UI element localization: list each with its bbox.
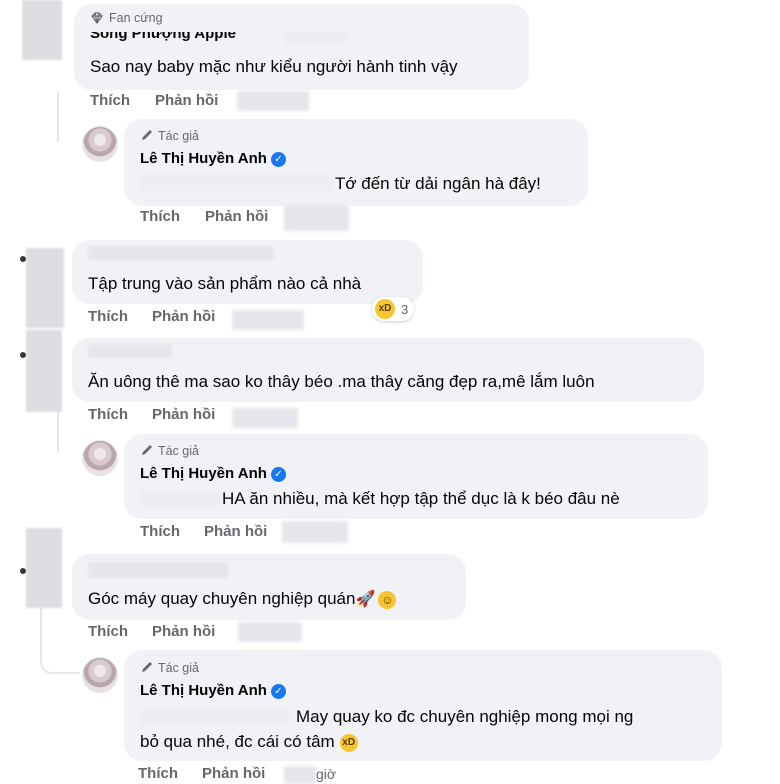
pencil-icon bbox=[140, 660, 154, 674]
author-name-text: Lê Thị Huyền Anh bbox=[140, 150, 267, 167]
author-name[interactable]: Lê Thị Huyền Anh ✓ bbox=[140, 465, 286, 482]
like-button[interactable]: Thích bbox=[90, 92, 130, 109]
mention-redacted bbox=[140, 490, 220, 508]
comment-text: Tớ đến từ dải ngân hà đây! bbox=[335, 174, 541, 193]
reaction-summary[interactable]: xD 3 bbox=[372, 297, 415, 321]
like-button[interactable]: Thích bbox=[140, 208, 180, 225]
author-name-redacted bbox=[88, 344, 172, 358]
verified-check-icon: ✓ bbox=[270, 683, 286, 699]
mention-redacted bbox=[140, 708, 290, 726]
verified-check-icon: ✓ bbox=[270, 466, 286, 482]
reply-button[interactable]: Phản hồi bbox=[205, 208, 268, 225]
author-name-text: Lê Thị Huyền Anh bbox=[140, 465, 267, 482]
comment-text-content: Góc máy quay chuyên nghiệp quán bbox=[88, 589, 356, 608]
timestamp-redacted bbox=[232, 310, 304, 330]
reply-button[interactable]: Phản hồi bbox=[152, 623, 215, 640]
avatar-edge bbox=[20, 256, 26, 262]
like-button[interactable]: Thích bbox=[88, 308, 128, 325]
mention-redacted bbox=[140, 174, 332, 192]
comment-text: Ăn uông thê ma sao ko thây béo .ma thây … bbox=[88, 372, 595, 391]
avatar[interactable] bbox=[26, 248, 64, 328]
reaction-count: 3 bbox=[401, 301, 409, 317]
grin-emoji-icon: ☺ bbox=[378, 590, 397, 609]
reply-button[interactable]: Phản hồi bbox=[202, 765, 265, 782]
avatar[interactable] bbox=[26, 330, 62, 412]
avatar-edge bbox=[20, 352, 26, 358]
verified-check-icon: ✓ bbox=[270, 151, 286, 167]
laughing-emoji-icon: xD bbox=[339, 733, 358, 752]
author-name: Song Phượng Apple bbox=[90, 32, 236, 42]
timestamp[interactable]: giờ bbox=[316, 766, 336, 782]
fan-badge-label: Fan cứng bbox=[109, 11, 163, 25]
timestamp-redacted bbox=[237, 91, 309, 111]
reply-button[interactable]: Phản hồi bbox=[152, 308, 215, 325]
avatar[interactable] bbox=[82, 126, 118, 162]
laughing-emoji-icon: xD bbox=[375, 299, 395, 319]
timestamp-redacted bbox=[232, 408, 298, 428]
reply-button[interactable]: Phản hồi bbox=[152, 406, 215, 423]
comment-text: Tập trung vào sản phẩm nào cả nhà bbox=[88, 274, 362, 293]
author-name[interactable]: Lê Thị Huyền Anh ✓ bbox=[140, 682, 286, 699]
pencil-icon bbox=[140, 128, 154, 142]
comment-text: bỏ qua nhé, đc cái có tâm xD bbox=[140, 731, 358, 753]
timestamp-redacted bbox=[284, 205, 349, 231]
comment-text-content: bỏ qua nhé, đc cái có tâm bbox=[140, 732, 335, 751]
avatar[interactable] bbox=[82, 440, 118, 476]
reply-button[interactable]: Phản hồi bbox=[204, 523, 267, 540]
like-button[interactable]: Thích bbox=[88, 623, 128, 640]
pencil-icon bbox=[140, 443, 154, 457]
like-button[interactable]: Thích bbox=[88, 406, 128, 423]
comment-text: HA ăn nhiều, mà kết hợp tập thể dục là k… bbox=[222, 489, 620, 508]
timestamp-redacted bbox=[284, 766, 316, 784]
comment-text: May quay ko đc chuyên nghiệp mong mọi ng bbox=[296, 707, 634, 726]
avatar[interactable] bbox=[26, 528, 62, 608]
author-badge-label: Tác giả bbox=[158, 661, 199, 675]
comment-text: Góc máy quay chuyên nghiệp quán🚀 ☺ bbox=[88, 588, 397, 611]
author-name[interactable]: Lê Thị Huyền Anh ✓ bbox=[140, 150, 286, 167]
redacted bbox=[285, 31, 347, 45]
thread-line bbox=[57, 92, 59, 142]
like-button[interactable]: Thích bbox=[138, 765, 178, 782]
author-badge-label: Tác giả bbox=[158, 129, 199, 143]
comment-text: Sao nay baby mặc như kiểu người hành tin… bbox=[90, 57, 458, 76]
avatar[interactable] bbox=[22, 0, 62, 60]
reply-button[interactable]: Phản hồi bbox=[155, 92, 218, 109]
diamond-icon bbox=[90, 11, 104, 25]
avatar-edge bbox=[20, 568, 26, 574]
avatar[interactable] bbox=[82, 657, 118, 693]
timestamp-redacted bbox=[282, 521, 348, 543]
author-name-text: Lê Thị Huyền Anh bbox=[140, 682, 267, 699]
author-name-redacted bbox=[88, 562, 228, 578]
rocket-icon: 🚀 bbox=[355, 591, 376, 608]
author-badge-label: Tác giả bbox=[158, 444, 199, 458]
timestamp-redacted bbox=[238, 622, 302, 642]
like-button[interactable]: Thích bbox=[140, 523, 180, 540]
author-name-redacted bbox=[88, 246, 274, 260]
